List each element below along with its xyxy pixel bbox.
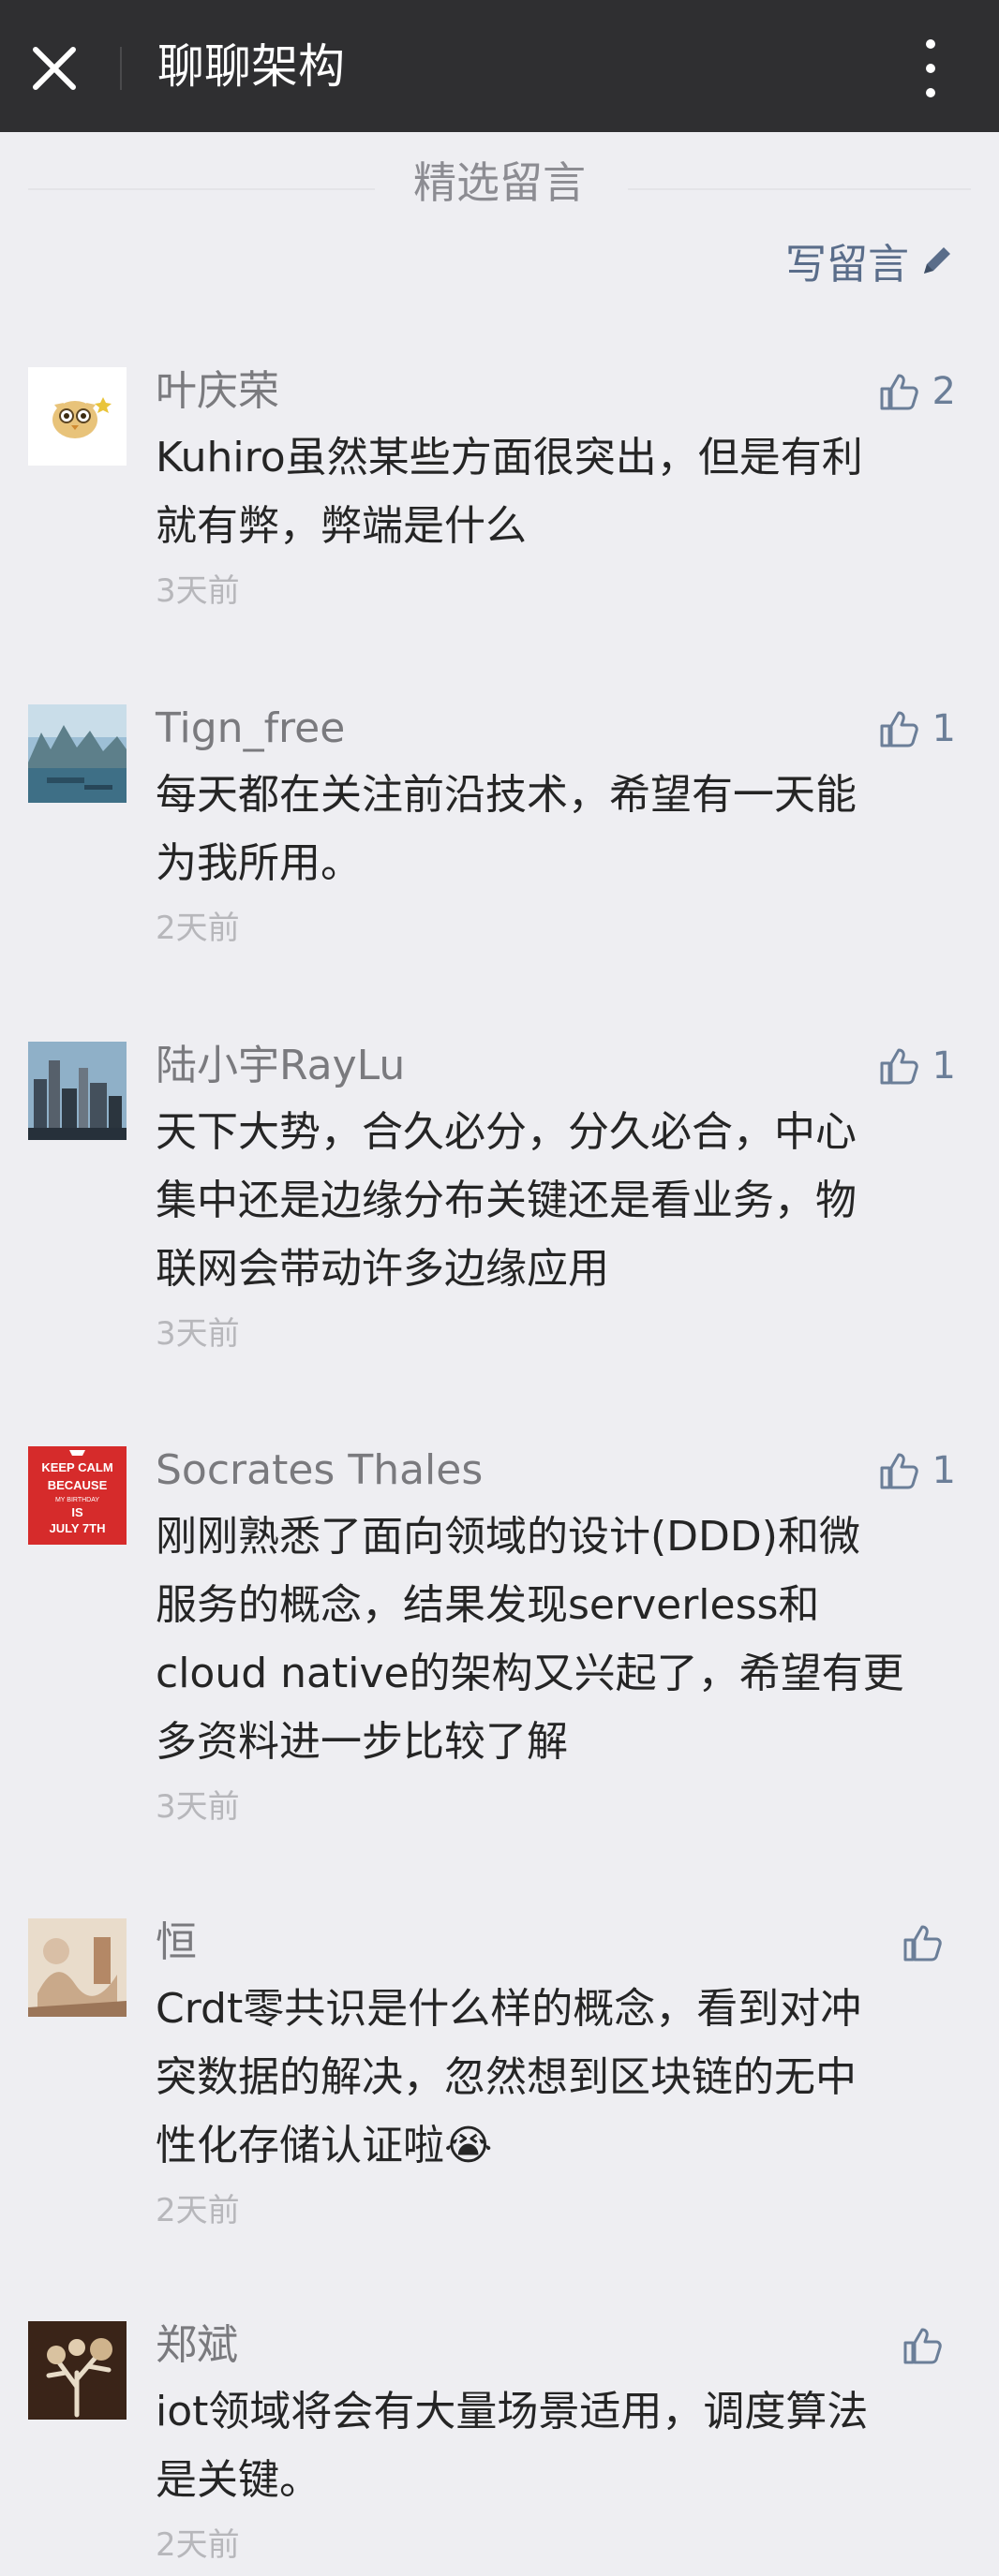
like-button[interactable]: 2 xyxy=(878,363,956,420)
comment-author: Tign_free xyxy=(156,704,346,752)
poster-line: KEEP CALM xyxy=(41,1460,112,1474)
like-button[interactable]: 1 xyxy=(878,701,956,757)
comment-line: 性化存储认证啦😭 xyxy=(156,2122,493,2169)
comment-line: Kuhiro虽然某些方面很突出，但是有利 xyxy=(156,434,863,481)
comment-item: 叶庆荣 2 Kuhiro虽然某些方面很突出，但是有利 就有弊，弊端是什么 3天前 xyxy=(0,363,999,635)
like-count: 2 xyxy=(932,370,956,413)
comment-line: 多资料进一步比较了解 xyxy=(156,1718,568,1766)
like-button[interactable] xyxy=(902,1915,956,1971)
poster-line: JULY 7TH xyxy=(50,1521,106,1535)
comment-author: 叶庆荣 xyxy=(156,367,279,415)
avatar[interactable] xyxy=(28,1918,127,2017)
section-title: 精选留言 xyxy=(413,157,586,208)
write-comment-button[interactable]: 写留言 xyxy=(785,232,956,289)
comment-item: KEEP CALM BECAUSE MY BIRTHDAY IS JULY 7T… xyxy=(0,1443,999,1855)
comment-line: 是关键。 xyxy=(156,2456,321,2504)
pencil-icon xyxy=(924,247,950,274)
comment-time: 2天前 xyxy=(156,910,240,947)
comment-line: 天下大势，合久必分，分久必合，中心 xyxy=(156,1108,857,1156)
keep-calm-poster-avatar: KEEP CALM BECAUSE MY BIRTHDAY IS JULY 7T… xyxy=(28,1446,127,1545)
comment-author: 陆小宇RayLu xyxy=(156,1042,406,1089)
comment-time: 3天前 xyxy=(156,572,240,610)
comment-line: 突数据的解决，忽然想到区块链的无中 xyxy=(156,2053,857,2101)
comment-text: Crdt零共识是什么样的概念，看到对冲 突数据的解决，忽然想到区块链的无中 性化… xyxy=(156,1975,952,2180)
comment-line: 服务的概念，结果发现serverless和 xyxy=(156,1581,820,1629)
write-comment-label: 写留言 xyxy=(785,241,909,289)
comment-time: 3天前 xyxy=(156,1315,240,1353)
comment-text: 每天都在关注前沿技术，希望有一天能 为我所用。 xyxy=(156,761,952,897)
painting-avatar xyxy=(28,1918,127,2017)
avatar[interactable] xyxy=(28,1042,127,1140)
like-button[interactable]: 1 xyxy=(878,1443,956,1499)
poster-line: IS xyxy=(71,1505,83,1519)
close-icon[interactable] xyxy=(28,42,81,95)
comment-time: 3天前 xyxy=(156,1788,240,1826)
thumbs-up-icon xyxy=(880,711,918,748)
header-divider xyxy=(120,47,122,90)
comment-author: 郑斌 xyxy=(156,2321,238,2369)
comment-item: 陆小宇RayLu 1 天下大势，合久必分，分久必合，中心 集中还是边缘分布关键还… xyxy=(0,1038,999,1380)
thumbs-up-icon xyxy=(880,1048,918,1085)
page-title: 聊聊架构 xyxy=(157,39,345,94)
like-count: 1 xyxy=(932,707,956,750)
section-header: 精选留言 xyxy=(0,150,999,215)
more-vertical-icon[interactable] xyxy=(903,36,956,101)
comment-line: 就有弊，弊端是什么 xyxy=(156,502,527,550)
comment-text: iot领域将会有大量场景适用，调度算法 是关键。 xyxy=(156,2377,952,2514)
comment-time: 2天前 xyxy=(156,2526,240,2564)
comment-line: 每天都在关注前沿技术，希望有一天能 xyxy=(156,771,857,819)
avatar[interactable]: KEEP CALM BECAUSE MY BIRTHDAY IS JULY 7T… xyxy=(28,1446,127,1545)
top-bar: 聊聊架构 xyxy=(0,0,999,132)
tree-art-avatar xyxy=(28,2321,127,2420)
city-skyline-avatar xyxy=(28,1042,127,1140)
comment-line: 刚刚熟悉了面向领域的设计(DDD)和微 xyxy=(156,1513,860,1561)
poster-line: MY BIRTHDAY xyxy=(55,1497,99,1503)
comment-author: Socrates Thales xyxy=(156,1446,484,1494)
comment-author: 恒 xyxy=(156,1918,197,1966)
thumbs-up-icon xyxy=(903,1925,942,1962)
lake-landscape-avatar xyxy=(28,704,127,803)
comment-item: Tign_free 1 每天都在关注前沿技术，希望有一天能 为我所用。 2天前 xyxy=(0,701,999,972)
poster-line: BECAUSE xyxy=(48,1478,108,1492)
comment-item: 恒 Crdt零共识是什么样的概念，看到对冲 突数据的解决，忽然想到区块链的无中 … xyxy=(0,1915,999,2252)
thumbs-up-icon xyxy=(880,1453,918,1489)
comment-text: 天下大势，合久必分，分久必合，中心 集中还是边缘分布关键还是看业务，物 联网会带… xyxy=(156,1098,952,1303)
comment-text: Kuhiro虽然某些方面很突出，但是有利 就有弊，弊端是什么 xyxy=(156,423,952,560)
cartoon-owl-avatar xyxy=(28,367,127,466)
comment-line: cloud native的架构又兴起了，希望有更 xyxy=(156,1650,904,1697)
comment-text: 刚刚熟悉了面向领域的设计(DDD)和微 服务的概念，结果发现serverless… xyxy=(156,1503,952,1776)
comment-line: iot领域将会有大量场景适用，调度算法 xyxy=(156,2388,869,2435)
avatar[interactable] xyxy=(28,2321,127,2420)
like-button[interactable] xyxy=(902,2317,956,2374)
comment-line: 集中还是边缘分布关键还是看业务，物 xyxy=(156,1177,857,1224)
like-count: 1 xyxy=(932,1044,956,1088)
comment-line: 联网会带动许多边缘应用 xyxy=(156,1245,609,1293)
avatar[interactable] xyxy=(28,704,127,803)
avatar[interactable] xyxy=(28,367,127,466)
like-button[interactable]: 1 xyxy=(878,1038,956,1094)
comment-time: 2天前 xyxy=(156,2192,240,2229)
thumbs-up-icon xyxy=(903,2328,942,2364)
like-count: 1 xyxy=(932,1449,956,1492)
comment-line: 为我所用。 xyxy=(156,839,362,887)
thumbs-up-icon xyxy=(880,374,918,410)
comment-item: 郑斌 iot领域将会有大量场景适用，调度算法 是关键。 2天前 xyxy=(0,2317,999,2576)
comment-line: Crdt零共识是什么样的概念，看到对冲 xyxy=(156,1985,862,2033)
